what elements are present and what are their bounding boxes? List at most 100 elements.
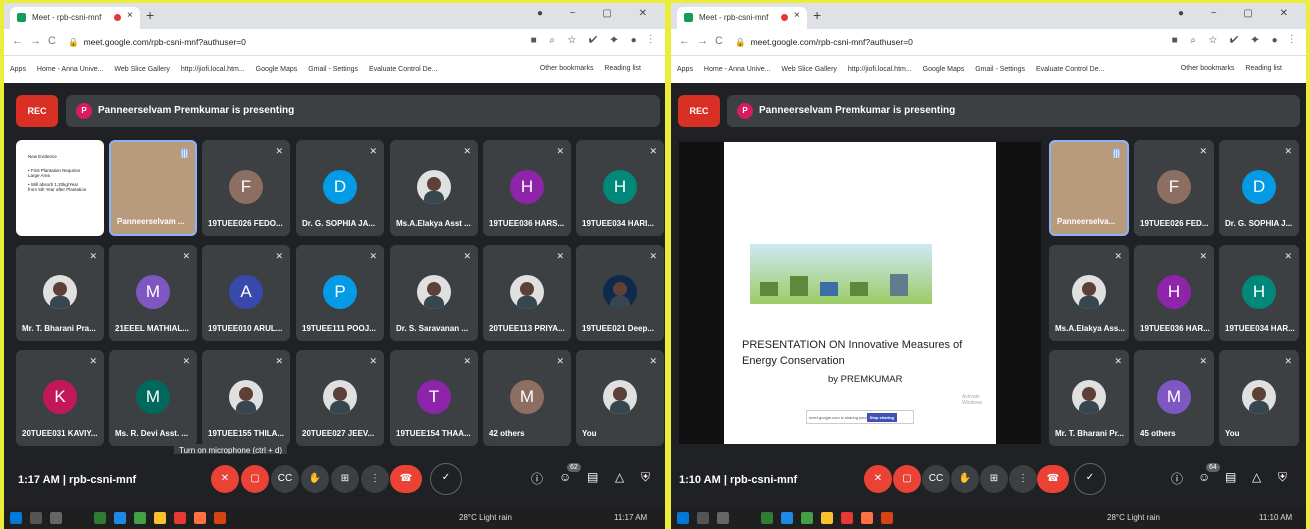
people-icon[interactable]: ☺ 64 <box>1198 463 1220 484</box>
participant-tile[interactable]: M ✕ 45 others <box>1134 350 1214 446</box>
participant-tile[interactable]: P ✕ 19TUEE111 POOJ... <box>296 245 384 341</box>
chat-icon[interactable]: ▤ <box>1225 470 1236 484</box>
participant-tile[interactable]: H ✕ 19TUEE036 HAR... <box>1134 245 1214 341</box>
bookmark-item[interactable]: Google Maps <box>923 66 965 73</box>
effects-button[interactable]: ✓ <box>1074 463 1106 495</box>
mic-off-button[interactable]: ✕ <box>864 465 892 493</box>
camera-off-button[interactable]: ▢ <box>241 465 269 493</box>
screen-share-thumbnail[interactable]: New Evidence • First Plantation Requires … <box>16 140 104 236</box>
participant-tile[interactable]: H ✕ 19TUEE036 HARS... <box>483 140 571 236</box>
reading-list[interactable]: Reading list <box>1245 65 1282 72</box>
app-icon[interactable] <box>94 512 106 524</box>
present-button[interactable]: ⊞ <box>331 465 359 493</box>
reading-list[interactable]: Reading list <box>604 65 641 72</box>
participant-tile[interactable]: ✕ 20TUEE113 PRIYA... <box>483 245 571 341</box>
chat-icon[interactable]: ▤ <box>587 470 598 484</box>
bookmark-item[interactable]: Gmail - Settings <box>308 66 358 73</box>
other-bookmarks[interactable]: Other bookmarks <box>540 65 594 72</box>
stop-sharing-button[interactable]: Stop sharing <box>866 413 897 422</box>
participant-tile[interactable]: D ✕ Dr. G. SOPHIA J... <box>1219 140 1299 236</box>
participant-tile[interactable]: ✕ 19TUEE155 THILA... <box>202 350 290 446</box>
other-bookmarks[interactable]: Other bookmarks <box>1181 65 1235 72</box>
start-icon[interactable] <box>10 512 22 524</box>
participant-tile[interactable]: M ✕ 42 others <box>483 350 571 446</box>
more-options-button[interactable]: ⋮ <box>361 465 389 493</box>
bookmark-item[interactable]: Evaluate Control De... <box>1036 66 1104 73</box>
bookmark-item[interactable]: Home - Anna Unive... <box>704 66 771 73</box>
browser-tab[interactable]: Meet - rpb-csni-mnf × <box>677 7 807 29</box>
new-tab-icon[interactable]: + <box>146 7 154 23</box>
window-controls[interactable]: ● − ▢ ✕ <box>537 8 659 19</box>
participant-tile[interactable]: ✕ 19TUEE021 Deep... <box>576 245 664 341</box>
app-icon[interactable] <box>841 512 853 524</box>
participant-tile[interactable]: H ✕ 19TUEE034 HAR... <box>1219 245 1299 341</box>
close-tab-icon[interactable]: × <box>127 10 133 21</box>
participant-tile[interactable]: D ✕ Dr. G. SOPHIA JA... <box>296 140 384 236</box>
app-icon[interactable] <box>781 512 793 524</box>
search-icon[interactable] <box>697 512 709 524</box>
participant-tile[interactable]: F ✕ 19TUEE026 FED... <box>1134 140 1214 236</box>
mic-off-button[interactable]: ✕ <box>211 465 239 493</box>
host-controls-icon[interactable]: ⛨ <box>641 470 650 485</box>
search-icon[interactable] <box>30 512 42 524</box>
bookmark-item[interactable]: Web Slice Gallery <box>114 66 170 73</box>
extension-icons[interactable]: ■ ⌕ ☆ ✔ ✦ ● ⋮ <box>531 35 657 46</box>
app-icon[interactable] <box>801 512 813 524</box>
info-icon[interactable]: ⓘ <box>1171 470 1183 487</box>
app-icon[interactable] <box>861 512 873 524</box>
participant-tile[interactable]: M ✕ Ms. R. Devi Asst. ... <box>109 350 197 446</box>
participant-tile[interactable]: A ✕ 19TUEE010 ARUL... <box>202 245 290 341</box>
bookmark-item[interactable]: Evaluate Control De... <box>369 66 437 73</box>
participant-tile[interactable]: F ✕ 19TUEE026 FEDO... <box>202 140 290 236</box>
powerpoint-icon[interactable] <box>881 512 893 524</box>
captions-button[interactable]: CC <box>922 465 950 493</box>
task-view-icon[interactable] <box>717 512 729 524</box>
end-call-button[interactable]: ☎ <box>390 465 422 493</box>
people-icon[interactable]: ☺ 62 <box>559 463 581 484</box>
present-button[interactable]: ⊞ <box>980 465 1008 493</box>
bookmarks-right[interactable]: Other bookmarks Reading list <box>1181 65 1291 72</box>
bookmarks-right[interactable]: Other bookmarks Reading list <box>540 65 650 72</box>
close-tab-icon[interactable]: × <box>794 10 800 21</box>
more-options-button[interactable]: ⋮ <box>1009 465 1037 493</box>
participant-tile[interactable]: ✕ Ms.A.Elakya Asst ... <box>390 140 478 236</box>
chrome-icon[interactable] <box>821 512 833 524</box>
url-field[interactable]: 🔒 meet.google.com/rpb-csni-mnf?authuser=0 <box>68 37 246 48</box>
participant-tile[interactable]: M ✕ 21EEEL MATHIAL... <box>109 245 197 341</box>
raise-hand-button[interactable]: ✋ <box>951 465 979 493</box>
participant-tile[interactable]: ✕ Dr. S. Saravanan ... <box>390 245 478 341</box>
bookmark-item[interactable]: Web Slice Gallery <box>781 66 837 73</box>
bookmark-item[interactable]: http://jiofi.local.htm... <box>181 66 245 73</box>
raise-hand-button[interactable]: ✋ <box>301 465 329 493</box>
task-view-icon[interactable] <box>50 512 62 524</box>
url-field[interactable]: 🔒 meet.google.com/rpb-csni-mnf?authuser=0 <box>735 37 913 48</box>
bookmark-item[interactable]: Google Maps <box>256 66 298 73</box>
participant-tile[interactable]: K ✕ 20TUEE031 KAVIY... <box>16 350 104 446</box>
app-icon[interactable] <box>114 512 126 524</box>
app-icon[interactable] <box>761 512 773 524</box>
browser-tab[interactable]: Meet - rpb-csni-mnf × <box>10 7 140 29</box>
extension-icons[interactable]: ■ ⌕ ☆ ✔ ✦ ● ⋮ <box>1172 35 1298 46</box>
nav-icons[interactable]: ←→C <box>679 35 730 47</box>
participant-tile[interactable]: ||| Panneerselvam ... <box>109 140 197 236</box>
powerpoint-icon[interactable] <box>214 512 226 524</box>
start-icon[interactable] <box>677 512 689 524</box>
bookmark-item[interactable]: Apps <box>10 66 26 73</box>
participant-tile[interactable]: ✕ You <box>1219 350 1299 446</box>
chrome-icon[interactable] <box>154 512 166 524</box>
bookmark-item[interactable]: Apps <box>677 66 693 73</box>
captions-button[interactable]: CC <box>271 465 299 493</box>
participant-tile[interactable]: ||| Panneerselva... <box>1049 140 1129 236</box>
app-icon[interactable] <box>194 512 206 524</box>
activities-icon[interactable]: △ <box>615 470 624 484</box>
app-icon[interactable] <box>134 512 146 524</box>
participant-tile[interactable]: T ✕ 19TUEE154 THAA... <box>390 350 478 446</box>
end-call-button[interactable]: ☎ <box>1037 465 1069 493</box>
participant-tile[interactable]: ✕ You <box>576 350 664 446</box>
bookmark-item[interactable]: Home - Anna Unive... <box>37 66 104 73</box>
bookmark-item[interactable]: http://jiofi.local.htm... <box>848 66 912 73</box>
participant-tile[interactable]: ✕ Mr. T. Bharani Pra... <box>16 245 104 341</box>
participant-tile[interactable]: ✕ Mr. T. Bharani Pr... <box>1049 350 1129 446</box>
participant-tile[interactable]: H ✕ 19TUEE034 HARI... <box>576 140 664 236</box>
activities-icon[interactable]: △ <box>1252 470 1261 484</box>
